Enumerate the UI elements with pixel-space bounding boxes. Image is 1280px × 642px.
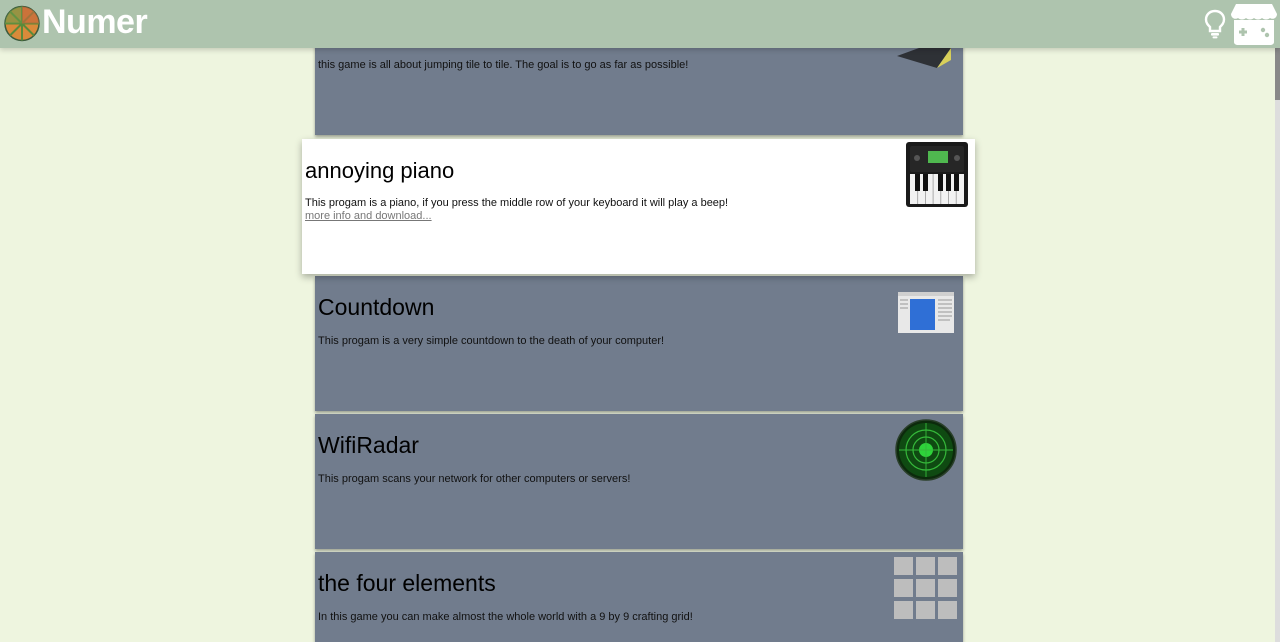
project-card[interactable]: Countdown This progam is a very simple c… [315, 276, 963, 411]
more-info-link[interactable]: more info and download... [305, 210, 432, 222]
top-bar: Numer [0, 0, 1280, 48]
card-description: This progam scans your network for other… [318, 473, 631, 485]
card-title: the four elements [318, 570, 496, 596]
numer-logo-icon[interactable] [4, 5, 40, 42]
piano-keyboard-icon [906, 142, 968, 207]
scrollbar-thumb[interactable] [1275, 48, 1280, 100]
crafting-grid-icon [894, 557, 957, 619]
lightbulb-icon[interactable] [1203, 9, 1227, 39]
brand-title[interactable]: Numer [42, 3, 148, 42]
card-description: this game is all about jumping tile to t… [318, 59, 689, 71]
card-title: WifiRadar [318, 432, 419, 458]
project-card[interactable]: WifiRadar This progam scans your network… [315, 414, 963, 549]
card-description: This progam is a very simple countdown t… [318, 335, 665, 347]
card-description: In this game you can make almost the who… [318, 611, 693, 623]
card-title: Countdown [318, 294, 435, 320]
card-title: annoying piano [305, 158, 455, 183]
countdown-window-icon [898, 292, 954, 333]
scrollbar[interactable] [1275, 48, 1280, 642]
card-description: This progam is a piano, if you press the… [305, 197, 729, 209]
project-card[interactable]: the four elements In this game you can m… [315, 552, 963, 642]
project-card-highlighted[interactable]: annoying piano This progam is a piano, i… [302, 139, 975, 274]
itch-io-icon[interactable] [1230, 2, 1278, 46]
radar-icon [895, 419, 957, 481]
